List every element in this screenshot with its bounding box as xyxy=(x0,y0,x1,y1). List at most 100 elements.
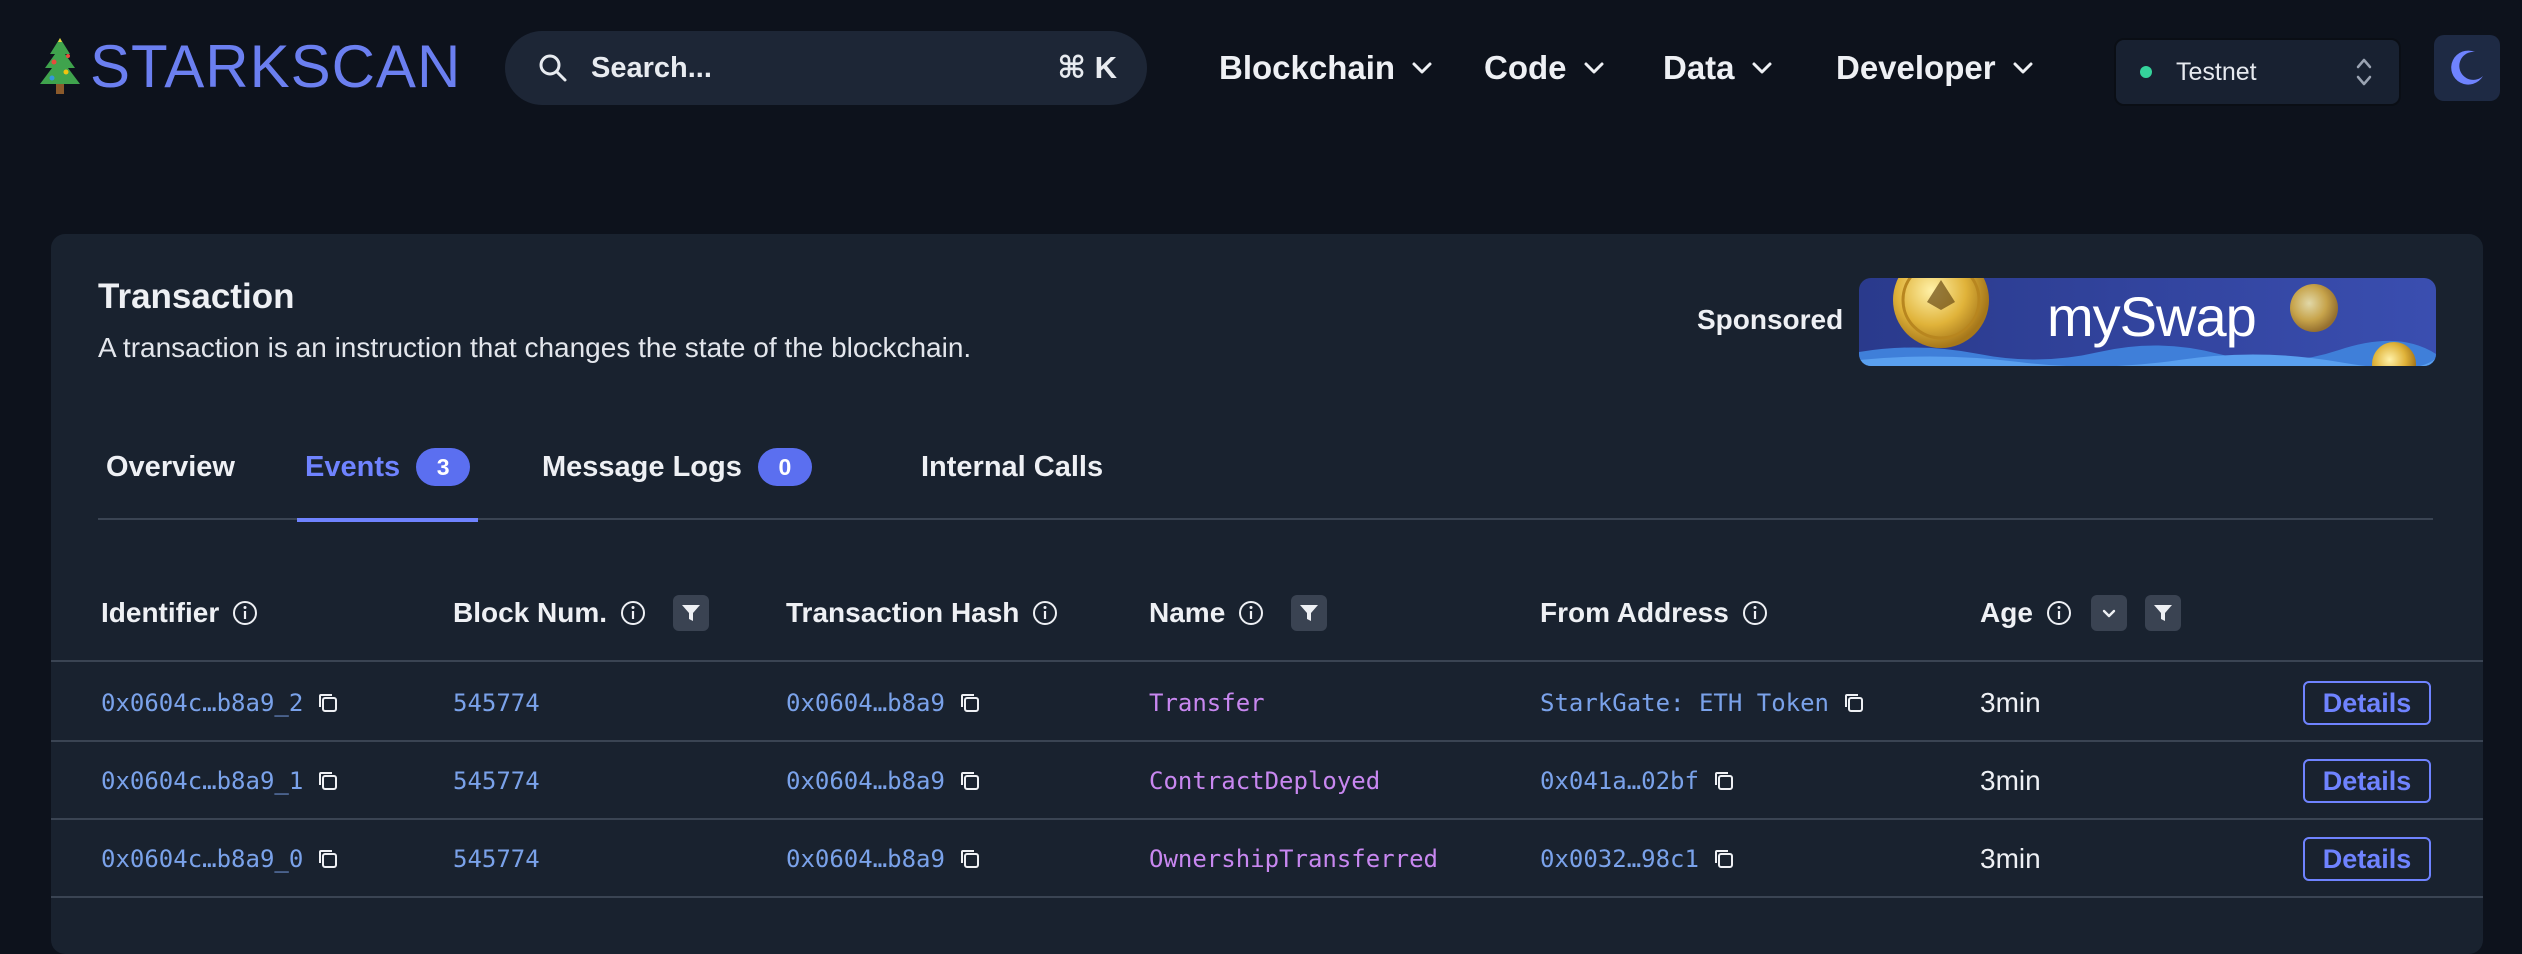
details-button[interactable]: Details xyxy=(2303,759,2431,803)
copy-icon[interactable] xyxy=(315,690,341,716)
details-button[interactable]: Details xyxy=(2303,837,2431,881)
copy-icon[interactable] xyxy=(315,846,341,872)
info-icon[interactable] xyxy=(2045,599,2073,627)
sponsor-banner[interactable]: mySwap xyxy=(1859,278,2436,366)
filter-button[interactable] xyxy=(1291,595,1328,631)
chevron-down-icon xyxy=(2013,62,2033,74)
age-value: 3min xyxy=(1980,843,2041,874)
copy-icon[interactable] xyxy=(957,846,983,872)
count-badge: 3 xyxy=(416,448,471,486)
starkscan-logo[interactable]: STARKSCAN xyxy=(36,32,461,102)
cell-name: Transfer xyxy=(1149,664,1265,742)
table-row: 0x0604c…b8a9_1 545774 0x0604…b8a9 Contra… xyxy=(51,742,2483,820)
nav-developer[interactable]: Developer xyxy=(1836,38,2036,98)
nav-label: Developer xyxy=(1836,49,1996,86)
block-link[interactable]: 545774 xyxy=(453,689,540,717)
search-icon xyxy=(539,54,567,82)
age-value: 3min xyxy=(1980,765,2041,796)
column-label: Identifier xyxy=(101,597,220,628)
column-label: Transaction Hash xyxy=(786,597,1020,628)
nav-label: Code xyxy=(1484,49,1567,86)
copy-icon[interactable] xyxy=(1711,768,1737,794)
chevron-up-down-icon xyxy=(2356,58,2372,86)
table-row: 0x0604c…b8a9_2 545774 0x0604…b8a9 Transf… xyxy=(51,664,2483,742)
tab-events[interactable]: Events 3 xyxy=(296,414,479,522)
block-link[interactable]: 545774 xyxy=(453,767,540,795)
info-icon[interactable] xyxy=(1031,599,1059,627)
filter-button[interactable] xyxy=(673,595,710,631)
network-selector[interactable]: Testnet xyxy=(2114,38,2401,106)
network-label: Testnet xyxy=(2176,57,2257,86)
cell-tx-hash: 0x0604…b8a9 xyxy=(786,664,983,742)
info-icon[interactable] xyxy=(1741,599,1769,627)
logo-text: STARKSCAN xyxy=(90,33,462,100)
cell-from: 0x0032…98c1 xyxy=(1540,820,1737,898)
block-link[interactable]: 545774 xyxy=(453,845,540,873)
identifier-link[interactable]: 0x0604c…b8a9_2 xyxy=(101,689,303,717)
copy-icon[interactable] xyxy=(1841,690,1867,716)
network-status-dot xyxy=(2140,66,2152,78)
nav-data[interactable]: Data xyxy=(1663,38,1775,98)
theme-toggle-button[interactable] xyxy=(2434,35,2500,101)
filter-icon xyxy=(2153,605,2172,621)
tab-label: Events xyxy=(305,450,401,483)
col-name: Name xyxy=(1149,564,1328,662)
column-label: From Address xyxy=(1540,597,1729,628)
col-age: Age xyxy=(1980,564,2181,662)
identifier-link[interactable]: 0x0604c…b8a9_0 xyxy=(101,845,303,873)
event-name[interactable]: OwnershipTransferred xyxy=(1149,845,1438,873)
cell-from: StarkGate: ETH Token xyxy=(1540,664,1867,742)
cell-block: 545774 xyxy=(453,664,540,742)
col-transaction-hash: Transaction Hash xyxy=(786,564,1059,662)
tab-bar: Overview Events 3 Message Logs 0 Interna… xyxy=(98,414,2433,522)
cell-name: ContractDeployed xyxy=(1149,742,1380,820)
filter-button[interactable] xyxy=(2144,595,2181,631)
count-badge: 0 xyxy=(757,448,812,486)
tx-hash-link[interactable]: 0x0604…b8a9 xyxy=(786,845,945,873)
details-button[interactable]: Details xyxy=(2303,681,2431,725)
nav-blockchain[interactable]: Blockchain xyxy=(1219,38,1435,98)
col-block-num: Block Num. xyxy=(453,564,710,662)
cell-from: 0x041a…02bf xyxy=(1540,742,1737,820)
transaction-card: Transaction A transaction is an instruct… xyxy=(51,234,2483,954)
table-row: 0x0604c…b8a9_0 545774 0x0604…b8a9 Owners… xyxy=(51,820,2483,898)
event-name[interactable]: ContractDeployed xyxy=(1149,767,1380,795)
tx-hash-link[interactable]: 0x0604…b8a9 xyxy=(786,689,945,717)
info-icon[interactable] xyxy=(231,599,259,627)
copy-icon[interactable] xyxy=(1711,846,1737,872)
from-address-link[interactable]: 0x0032…98c1 xyxy=(1540,845,1699,873)
info-icon[interactable] xyxy=(1237,599,1265,627)
cell-age: 3min xyxy=(1980,820,2041,898)
tree-icon xyxy=(40,38,80,94)
copy-icon[interactable] xyxy=(957,690,983,716)
sort-button[interactable] xyxy=(2090,595,2127,631)
tab-overview[interactable]: Overview xyxy=(106,414,235,520)
tab-internal-calls[interactable]: Internal Calls xyxy=(921,414,1103,520)
nav-label: Data xyxy=(1663,49,1735,86)
tx-hash-link[interactable]: 0x0604…b8a9 xyxy=(786,767,945,795)
tab-label: Overview xyxy=(106,450,235,483)
info-icon[interactable] xyxy=(619,599,647,627)
events-table-header: Identifier Block Num. Transaction Hash N… xyxy=(51,564,2483,662)
tab-message-logs[interactable]: Message Logs 0 xyxy=(542,414,812,520)
cell-tx-hash: 0x0604…b8a9 xyxy=(786,742,983,820)
banner-text: mySwap xyxy=(2047,285,2257,348)
copy-icon[interactable] xyxy=(957,768,983,794)
chevron-down-icon xyxy=(1752,62,1772,74)
event-name[interactable]: Transfer xyxy=(1149,689,1265,717)
cell-block: 545774 xyxy=(453,820,540,898)
identifier-link[interactable]: 0x0604c…b8a9_1 xyxy=(101,767,303,795)
nav-code[interactable]: Code xyxy=(1484,38,1607,98)
search-bar[interactable]: Search... ⌘ K xyxy=(505,31,1147,105)
from-address-link[interactable]: StarkGate: ETH Token xyxy=(1540,689,1829,717)
from-address-link[interactable]: 0x041a…02bf xyxy=(1540,767,1699,795)
cell-tx-hash: 0x0604…b8a9 xyxy=(786,820,983,898)
cell-identifier: 0x0604c…b8a9_2 xyxy=(101,664,341,742)
search-shortcut: ⌘ K xyxy=(1057,50,1117,85)
search-placeholder: Search... xyxy=(591,51,712,84)
filter-icon xyxy=(1300,605,1319,621)
filter-icon xyxy=(682,605,701,621)
cell-block: 545774 xyxy=(453,742,540,820)
page-description: A transaction is an instruction that cha… xyxy=(98,332,972,363)
copy-icon[interactable] xyxy=(315,768,341,794)
